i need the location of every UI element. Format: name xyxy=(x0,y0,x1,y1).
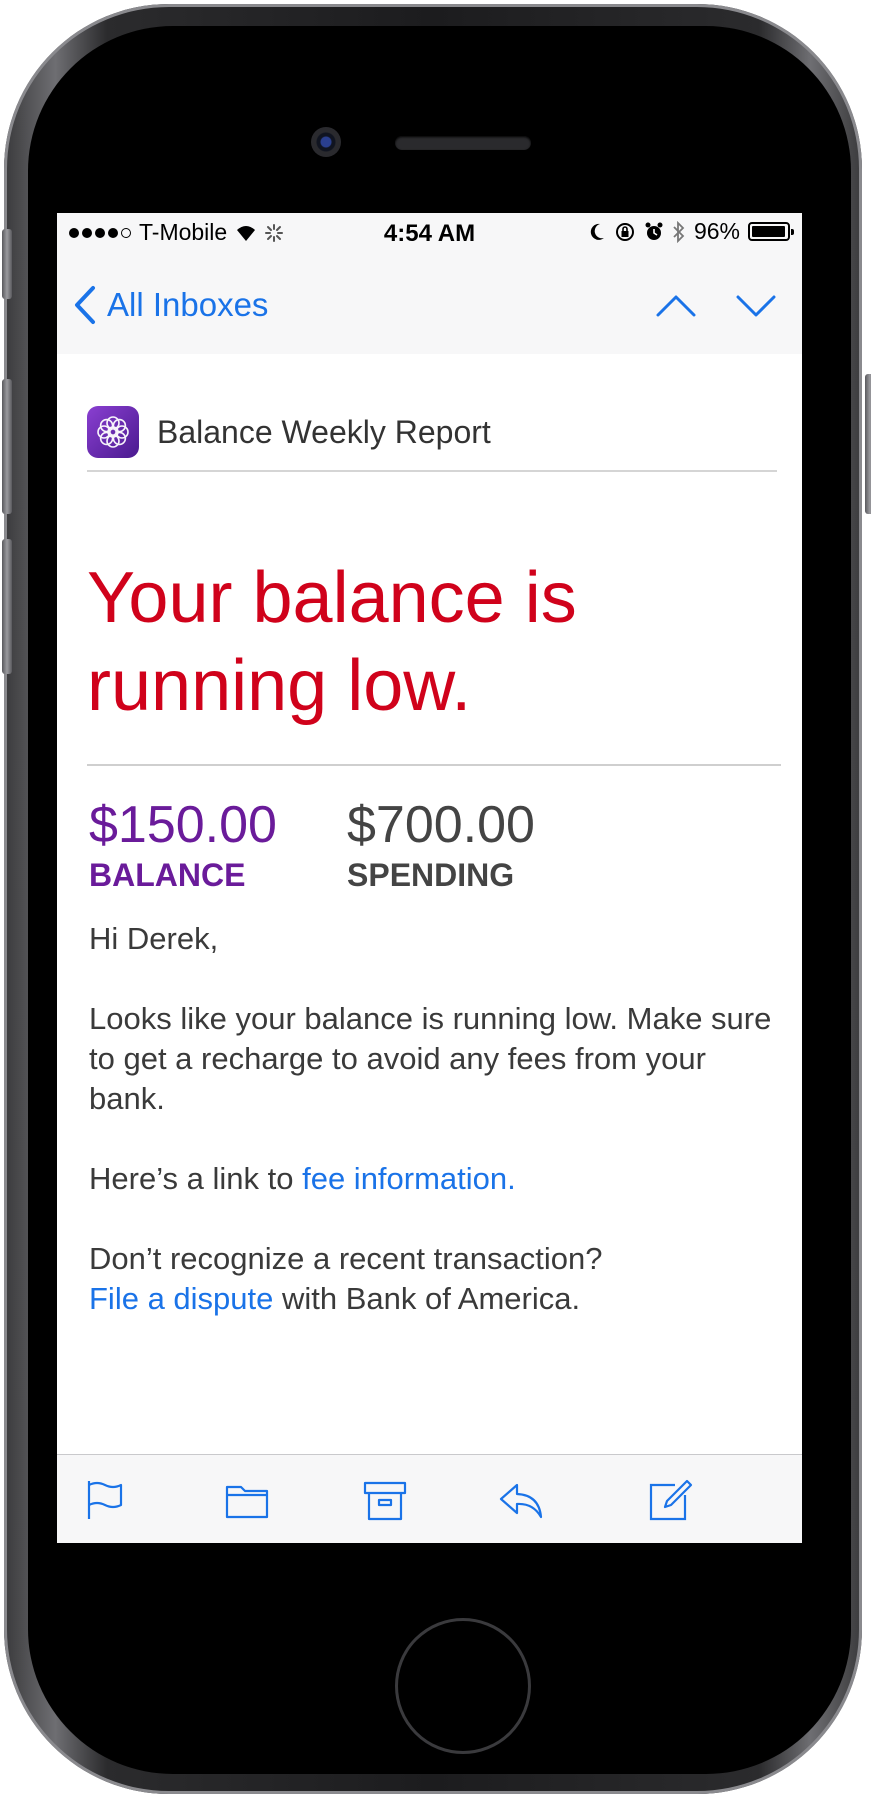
volume-up-button xyxy=(2,379,12,514)
low-balance-paragraph: Looks like your balance is running low. … xyxy=(89,1001,772,1116)
fee-info-paragraph: Here’s a link to fee information. xyxy=(89,1159,779,1199)
moon-icon xyxy=(590,223,604,240)
balance-app-icon xyxy=(87,406,139,458)
message-toolbar xyxy=(57,1454,802,1543)
rotation-lock-icon xyxy=(615,222,634,241)
sender-header: Balance Weekly Report xyxy=(87,402,777,462)
chevron-left-icon xyxy=(75,286,95,324)
bluetooth-icon xyxy=(673,220,685,243)
flag-icon[interactable] xyxy=(81,1477,129,1523)
back-to-all-inboxes-button[interactable]: All Inboxes xyxy=(73,285,268,325)
mute-switch xyxy=(2,229,12,299)
balance-label: BALANCE xyxy=(89,857,246,893)
email-subject: Balance Weekly Report xyxy=(157,413,491,450)
dispute-paragraph: Don’t recognize a recent transaction? Fil… xyxy=(89,1239,779,1319)
fee-information-link[interactable]: fee information. xyxy=(302,1161,516,1196)
alert-headline: Your balance is running low. xyxy=(87,558,577,726)
mandala-logo-icon xyxy=(97,416,129,448)
greeting: Hi Derek, xyxy=(89,921,219,956)
reply-icon[interactable] xyxy=(497,1477,545,1523)
balance-value: $150.00 xyxy=(89,796,277,854)
battery-percent: 96% xyxy=(693,218,740,244)
message-body: Balance Weekly Report Your balance is ru… xyxy=(57,354,802,1467)
battery-icon xyxy=(748,222,794,241)
alarm-icon xyxy=(645,222,663,240)
home-button[interactable] xyxy=(395,1618,531,1754)
dispute-question: Don’t recognize a recent transaction? xyxy=(89,1241,603,1276)
navigation-bar: All Inboxes xyxy=(57,255,802,355)
headline-divider xyxy=(87,764,781,766)
phone-screen: T-Mobile 4:54 AM 96% All Inboxes Balance… xyxy=(57,213,802,1543)
power-button xyxy=(865,374,871,514)
header-divider xyxy=(87,470,777,472)
status-bar: T-Mobile 4:54 AM 96% xyxy=(57,213,802,255)
archive-icon[interactable] xyxy=(361,1477,409,1523)
next-message-chevron-down-icon[interactable] xyxy=(734,285,778,325)
volume-down-button xyxy=(2,539,12,674)
spending-stat: $700.00 SPENDING xyxy=(347,794,535,894)
file-dispute-link[interactable]: File a dispute xyxy=(89,1281,273,1316)
back-label: All Inboxes xyxy=(107,286,269,323)
folder-icon[interactable] xyxy=(223,1477,271,1523)
spending-value: $700.00 xyxy=(347,796,535,854)
compose-icon[interactable] xyxy=(645,1477,693,1523)
earpiece-speaker xyxy=(395,136,531,150)
spending-label: SPENDING xyxy=(347,857,515,893)
balance-stat: $150.00 BALANCE xyxy=(89,794,277,894)
message-text: Hi Derek, Looks like your balance is run… xyxy=(89,919,779,1359)
dispute-suffix: with Bank of America. xyxy=(273,1281,581,1316)
front-camera xyxy=(311,127,341,157)
previous-message-chevron-up-icon[interactable] xyxy=(654,285,698,325)
fee-link-intro: Here’s a link to xyxy=(89,1161,303,1196)
